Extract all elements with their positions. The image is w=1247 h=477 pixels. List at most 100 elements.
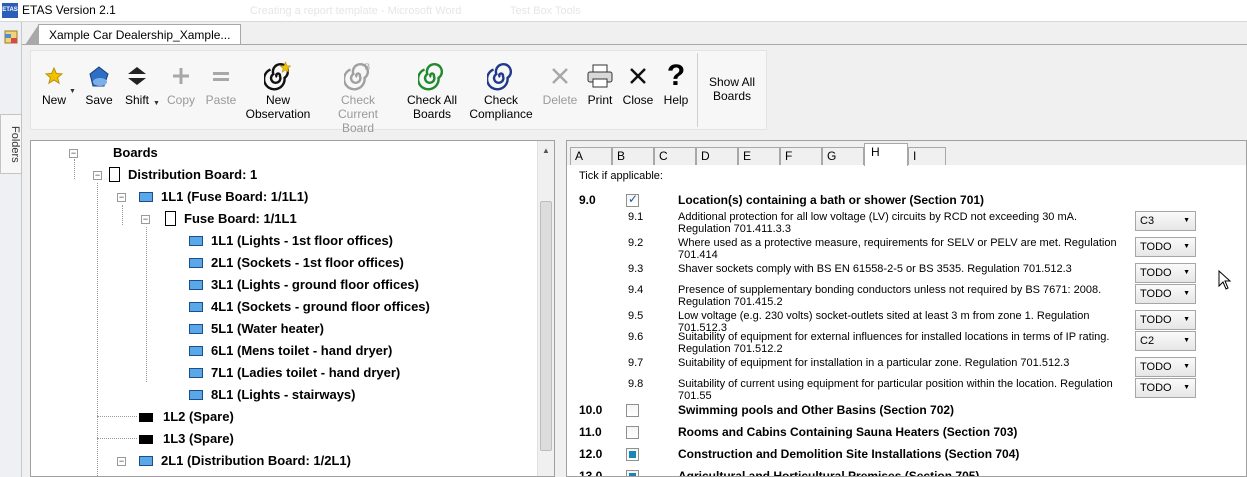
tab-a[interactable]: A — [570, 147, 612, 165]
tab-f[interactable]: F — [780, 147, 822, 165]
fuse-icon — [189, 280, 203, 290]
code-dropdown[interactable]: TODO — [1135, 357, 1196, 377]
tree-node-boards[interactable]: − Boards — [69, 143, 158, 163]
print-button[interactable]: Print — [583, 51, 617, 127]
save-icon — [85, 61, 113, 91]
svg-text:B: B — [365, 61, 371, 71]
tree-node-label: Boards — [113, 145, 158, 160]
tab-b[interactable]: B — [612, 147, 654, 165]
check-compliance-button[interactable]: Check Compliance — [465, 51, 537, 127]
collapse-icon[interactable]: − — [117, 193, 126, 202]
help-label: Help — [663, 93, 689, 107]
boards-tree[interactable]: − Boards − Distribution Board: 1 − 1L1 (… — [30, 140, 555, 477]
fuse-icon — [189, 324, 203, 334]
code-dropdown[interactable]: TODO — [1135, 378, 1196, 398]
item-number: 9.3 — [628, 263, 644, 275]
tree-node-label: 1L3 (Spare) — [163, 431, 234, 446]
code-dropdown[interactable]: C2 — [1135, 331, 1196, 351]
paste-button[interactable]: Paste — [203, 51, 239, 127]
section-checkbox[interactable] — [626, 448, 639, 461]
tree-node-fuse-board-child[interactable]: − Fuse Board: 1/1L1 — [141, 209, 297, 229]
section-checkbox[interactable] — [626, 192, 639, 207]
section-number: 10.0 — [579, 403, 603, 417]
help-button[interactable]: ? Help — [659, 51, 693, 127]
code-dropdown[interactable]: TODO — [1135, 310, 1196, 330]
spiral-green-icon — [418, 61, 446, 91]
check-compliance-label: Check Compliance — [469, 93, 533, 121]
collapse-icon[interactable]: − — [69, 149, 78, 158]
collapse-icon[interactable]: − — [141, 215, 150, 224]
tree-node-circuit[interactable]: 5L1 (Water heater) — [189, 319, 324, 339]
tree-node-circuit[interactable]: 7L1 (Ladies toilet - hand dryer) — [189, 363, 400, 383]
window-title: ETAS Version 2.1 — [22, 3, 116, 17]
tab-e[interactable]: E — [738, 147, 780, 165]
tab-c[interactable]: C — [654, 147, 696, 165]
code-dropdown[interactable]: TODO — [1135, 284, 1196, 304]
section-number: 13.0 — [579, 469, 603, 477]
folders-toggle[interactable]: Folders — [0, 114, 22, 174]
section-checkbox[interactable] — [626, 404, 639, 417]
plus-icon — [167, 61, 195, 91]
tree-node-distribution-board-2[interactable]: − 2L1 (Distribution Board: 1/2L1) — [117, 451, 351, 471]
save-button[interactable]: Save — [81, 51, 117, 127]
section-number: 12.0 — [579, 447, 603, 461]
code-dropdown[interactable]: C3 — [1135, 211, 1196, 231]
section-title: Location(s) containing a bath or shower … — [678, 193, 985, 207]
tree-node-circuit[interactable]: 2L1 (Sockets - 1st floor offices) — [189, 253, 404, 273]
item-number: 9.8 — [628, 378, 644, 390]
close-x-icon — [624, 61, 652, 91]
section-number: 9.0 — [579, 193, 596, 207]
spare-icon — [139, 413, 153, 422]
tree-node-circuit[interactable]: 6L1 (Mens toilet - hand dryer) — [189, 341, 392, 361]
new-observation-button[interactable]: New Observation — [243, 51, 313, 127]
document-tab[interactable]: Xample Car Dealership_Xample... — [24, 24, 242, 45]
item-text: Additional protection for all low voltag… — [678, 211, 1078, 235]
tree-node-circuit[interactable]: 4L1 (Sockets - ground floor offices) — [189, 297, 430, 317]
tree-node-label: 2L1 (Distribution Board: 1/2L1) — [161, 453, 351, 468]
tab-d[interactable]: D — [696, 147, 738, 165]
show-all-boards-button[interactable]: Show All Boards — [701, 51, 763, 127]
code-dropdown[interactable]: TODO — [1135, 237, 1196, 257]
item-text: Suitability of equipment for external in… — [678, 331, 1110, 355]
item-number: 9.1 — [628, 211, 644, 223]
scroll-thumb[interactable] — [540, 201, 552, 451]
check-current-board-button[interactable]: B Check Current Board — [317, 51, 399, 135]
scroll-up-icon[interactable]: ▲ — [542, 146, 550, 155]
folders-icon[interactable] — [4, 30, 18, 44]
delete-button[interactable]: Delete — [541, 51, 579, 127]
tree-node-fuse-board[interactable]: − 1L1 (Fuse Board: 1/1L1) — [117, 187, 308, 207]
section-checkbox[interactable] — [626, 426, 639, 439]
tree-scrollbar[interactable]: ▲ — [537, 141, 554, 476]
collapse-icon[interactable]: − — [117, 457, 126, 466]
fuse-icon — [189, 258, 203, 268]
tree-node-label: 8L1 (Lights - stairways) — [211, 387, 356, 402]
tick-instruction: Tick if applicable: — [579, 170, 663, 182]
shift-button[interactable]: ▼ Shift — [119, 51, 160, 127]
copy-button[interactable]: Copy — [163, 51, 199, 127]
tab-h[interactable]: H — [864, 143, 908, 166]
item-number: 9.4 — [628, 284, 644, 296]
tab-g[interactable]: G — [822, 147, 864, 165]
tree-node-label: 7L1 (Ladies toilet - hand dryer) — [211, 365, 401, 380]
tree-node-circuit[interactable]: 3L1 (Lights - ground floor offices) — [189, 275, 419, 295]
shift-icon — [123, 61, 151, 91]
paste-label: Paste — [205, 93, 237, 107]
item-text: Shaver sockets comply with BS EN 61558-2… — [678, 263, 1072, 275]
check-all-boards-button[interactable]: Check All Boards — [403, 51, 461, 127]
close-button[interactable]: Close — [621, 51, 655, 127]
shift-label: Shift — [124, 93, 149, 107]
tab-i[interactable]: I — [908, 147, 946, 165]
new-button[interactable]: ▼ New — [37, 51, 76, 127]
tree-node-circuit[interactable]: 8L1 (Lights - stairways) — [189, 385, 355, 405]
new-observation-label: New Observation — [245, 93, 311, 121]
spiral-star-icon — [264, 61, 292, 91]
check-all-boards-label: Check All Boards — [406, 93, 458, 121]
tree-node-circuit[interactable]: 1L1 (Lights - 1st floor offices) — [189, 231, 393, 251]
tree-node-distribution-board[interactable]: − Distribution Board: 1 — [93, 165, 257, 185]
collapse-icon[interactable]: − — [93, 171, 102, 180]
section-checkbox[interactable] — [626, 470, 639, 476]
tree-node-label: 1L1 (Lights - 1st floor offices) — [211, 233, 394, 248]
tree-node-spare[interactable]: 1L2 (Spare) — [139, 407, 234, 427]
tree-node-spare[interactable]: 1L3 (Spare) — [139, 429, 234, 449]
code-dropdown[interactable]: TODO — [1135, 263, 1196, 283]
